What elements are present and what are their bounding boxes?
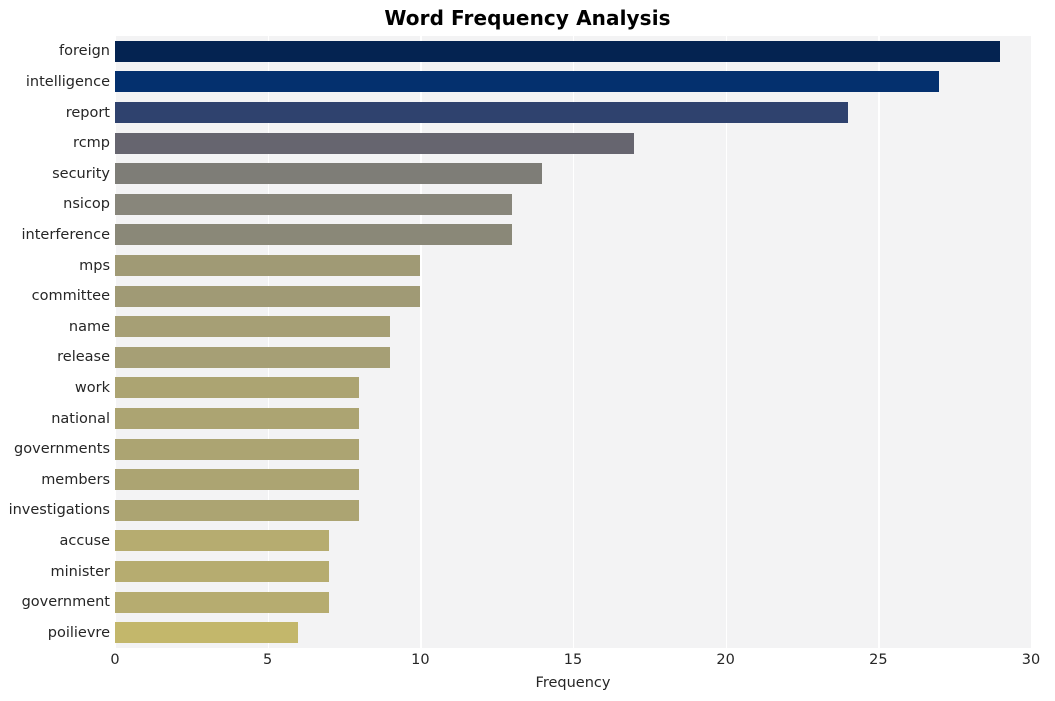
- bar-committee: [115, 285, 421, 307]
- bar-report: [115, 102, 848, 123]
- y-tick-label-national: national: [51, 410, 110, 427]
- bar-investigations: [115, 499, 360, 521]
- y-tick-label-members: members: [41, 471, 110, 488]
- y-tick-label-committee: committee: [31, 288, 110, 305]
- y-tick-label-report: report: [65, 104, 110, 121]
- bar-foreign: [115, 40, 1001, 62]
- x-tick-label-10: 10: [411, 652, 430, 668]
- y-tick-label-intelligence: intelligence: [25, 73, 110, 90]
- plot-area: [115, 36, 1031, 648]
- page-title: Word Frequency Analysis: [384, 6, 671, 30]
- x-tick-label-5: 5: [263, 652, 273, 668]
- y-tick-label-minister: minister: [50, 563, 111, 580]
- x-tick-label-0: 0: [110, 652, 120, 668]
- y-tick-label-accuse: accuse: [59, 532, 111, 549]
- y-tick-label-rcmp: rcmp: [73, 135, 110, 152]
- y-tick-label-release: release: [57, 349, 110, 366]
- bar-accuse: [115, 530, 329, 552]
- bar-members: [115, 469, 360, 491]
- bar-rcmp: [115, 132, 635, 154]
- y-tick-label-interference: interference: [21, 226, 110, 243]
- y-tick-label-governments: governments: [14, 441, 110, 458]
- bar-work: [115, 377, 360, 399]
- y-tick-label-government: government: [21, 594, 110, 611]
- bar-interference: [115, 224, 512, 246]
- bar-mps: [115, 255, 421, 276]
- x-axis-title: Frequency: [535, 675, 611, 691]
- y-tick-label-nsicop: nsicop: [63, 196, 110, 213]
- y-tick-label-name: name: [68, 318, 110, 335]
- x-axis-tick-labels: 0 5 10 15 20 25 30: [0, 652, 1055, 674]
- y-tick-label-mps: mps: [79, 257, 110, 274]
- bar-national: [115, 408, 360, 429]
- bar-poilievre: [115, 622, 299, 644]
- x-tick-label-20: 20: [716, 652, 735, 668]
- bar-release: [115, 346, 390, 368]
- x-tick-label-25: 25: [869, 652, 888, 668]
- y-tick-label-investigations: investigations: [8, 502, 110, 519]
- y-axis-tick-labels: foreign intelligence report rcmp security nsi…: [0, 36, 110, 648]
- chart-figure: Word Frequency Analysis foreign intellige…: [0, 0, 1055, 701]
- bar-security: [115, 163, 543, 185]
- y-tick-label-security: security: [52, 165, 110, 182]
- y-tick-label-foreign: foreign: [59, 43, 110, 60]
- y-tick-label-poilievre: poilievre: [47, 624, 110, 641]
- bar-nsicop: [115, 193, 512, 215]
- bar-governments: [115, 438, 360, 460]
- x-tick-label-15: 15: [563, 652, 583, 668]
- bar-series: [115, 36, 1031, 648]
- x-tick-label-30: 30: [1021, 652, 1041, 668]
- bar-name: [115, 316, 390, 338]
- bar-intelligence: [115, 71, 940, 93]
- y-tick-label-work: work: [74, 379, 110, 396]
- bar-government: [115, 591, 329, 613]
- bar-minister: [115, 561, 329, 582]
